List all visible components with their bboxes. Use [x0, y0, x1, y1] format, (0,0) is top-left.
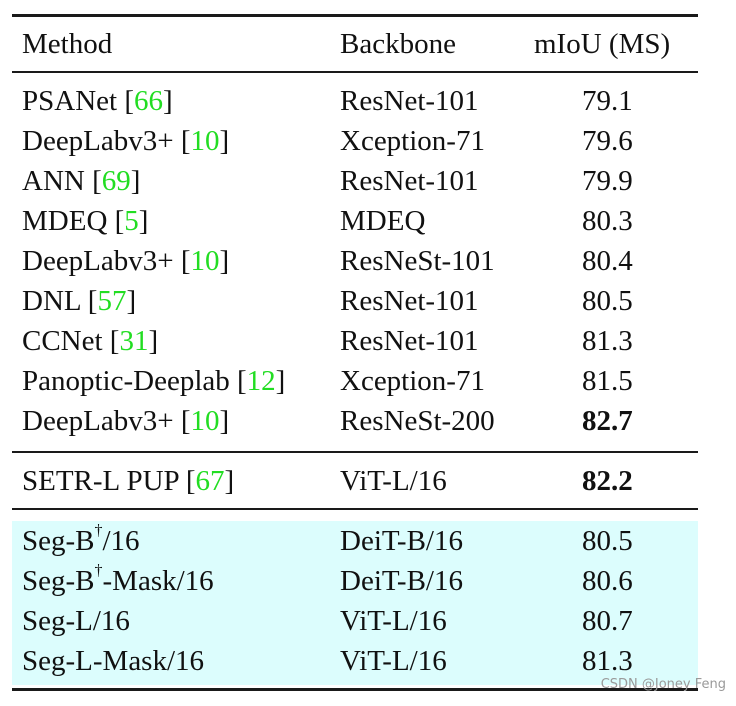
method-cell: Seg-B†-Mask/16: [22, 562, 214, 597]
table-row: Seg-B†-Mask/16 DeiT-B/16 80.6: [12, 561, 698, 601]
miou-cell: 79.1: [582, 85, 633, 117]
table-row: Seg-B†/16 DeiT-B/16 80.5: [12, 521, 698, 561]
backbone-cell: ResNet-101: [340, 165, 479, 197]
dagger-mark: †: [94, 522, 103, 540]
miou-cell: 82.7: [582, 405, 633, 437]
miou-cell: 81.5: [582, 365, 633, 397]
backbone-cell: ResNet-101: [340, 285, 479, 317]
table-row: DNL [57] ResNet-101 80.5: [12, 281, 698, 321]
miou-cell: 79.6: [582, 125, 633, 157]
table-row: Panoptic-Deeplab [12] Xception-71 81.5: [12, 361, 698, 401]
header-row: Method Backbone mIoU (MS): [12, 24, 698, 64]
method-cell: MDEQ [5]: [22, 205, 149, 237]
miou-cell: 79.9: [582, 165, 633, 197]
group-divider-2: [12, 508, 698, 510]
backbone-cell: DeiT-B/16: [340, 565, 463, 597]
miou-cell: 82.2: [582, 465, 633, 497]
miou-cell: 80.3: [582, 205, 633, 237]
citation-link: 31: [119, 325, 149, 357]
backbone-cell: DeiT-B/16: [340, 525, 463, 557]
table-row: SETR-L PUP [67] ViT-L/16 82.2: [12, 461, 698, 501]
citation-link: 69: [101, 165, 131, 197]
method-cell: DeepLabv3+ [10]: [22, 125, 230, 157]
header-miou: mIoU (MS): [534, 28, 671, 60]
method-cell: DeepLabv3+ [10]: [22, 245, 230, 277]
table-row: ANN [69] ResNet-101 79.9: [12, 161, 698, 201]
bottom-rule: [12, 688, 698, 691]
miou-cell: 80.7: [582, 605, 633, 637]
citation-link: 12: [246, 365, 276, 397]
backbone-cell: ResNet-101: [340, 325, 479, 357]
citation-link: 57: [97, 285, 127, 317]
miou-cell: 80.6: [582, 565, 633, 597]
table-row: PSANet [66] ResNet-101 79.1: [12, 81, 698, 121]
miou-cell: 80.5: [582, 285, 633, 317]
header-rule: [12, 71, 698, 73]
citation-link: 66: [133, 85, 163, 117]
miou-cell: 80.4: [582, 245, 633, 277]
top-rule: [12, 14, 698, 17]
backbone-cell: ViT-L/16: [340, 645, 447, 677]
method-cell: DeepLabv3+ [10]: [22, 405, 230, 437]
method-cell: PSANet [66]: [22, 85, 173, 117]
backbone-cell: ViT-L/16: [340, 465, 447, 497]
group-divider-1: [12, 451, 698, 453]
citation-link: 5: [124, 205, 139, 237]
table-row: Seg-L/16 ViT-L/16 80.7: [12, 601, 698, 641]
miou-cell: 80.5: [582, 525, 633, 557]
table-row: DeepLabv3+ [10] ResNeSt-101 80.4: [12, 241, 698, 281]
method-cell: Seg-L-Mask/16: [22, 645, 205, 677]
dagger-mark: †: [94, 562, 103, 580]
table-row: MDEQ [5] MDEQ 80.3: [12, 201, 698, 241]
method-cell: Seg-B†/16: [22, 522, 140, 557]
backbone-cell: ResNeSt-101: [340, 245, 495, 277]
method-cell: ANN [69]: [22, 165, 141, 197]
table-row: CCNet [31] ResNet-101 81.3: [12, 321, 698, 361]
method-cell: Panoptic-Deeplab [12]: [22, 365, 286, 397]
method-cell: CCNet [31]: [22, 325, 159, 357]
method-cell: Seg-L/16: [22, 605, 130, 637]
header-backbone: Backbone: [340, 28, 456, 60]
miou-cell: 81.3: [582, 325, 633, 357]
citation-link: 10: [190, 125, 220, 157]
citation-link: 67: [195, 465, 225, 497]
backbone-cell: MDEQ: [340, 205, 426, 237]
backbone-cell: Xception-71: [340, 125, 485, 157]
citation-link: 10: [190, 245, 220, 277]
backbone-cell: Xception-71: [340, 365, 485, 397]
table-row: Seg-L-Mask/16 ViT-L/16 81.3: [12, 641, 698, 681]
backbone-cell: ViT-L/16: [340, 605, 447, 637]
backbone-cell: ResNet-101: [340, 85, 479, 117]
watermark: CSDN @Joney Feng: [600, 677, 726, 692]
header-method: Method: [22, 28, 113, 60]
method-cell: SETR-L PUP [67]: [22, 465, 235, 497]
backbone-cell: ResNeSt-200: [340, 405, 495, 437]
table-row: DeepLabv3+ [10] ResNeSt-200 82.7: [12, 401, 698, 441]
miou-cell: 81.3: [582, 645, 633, 677]
method-cell: DNL [57]: [22, 285, 137, 317]
table-row: DeepLabv3+ [10] Xception-71 79.6: [12, 121, 698, 161]
citation-link: 10: [190, 405, 220, 437]
